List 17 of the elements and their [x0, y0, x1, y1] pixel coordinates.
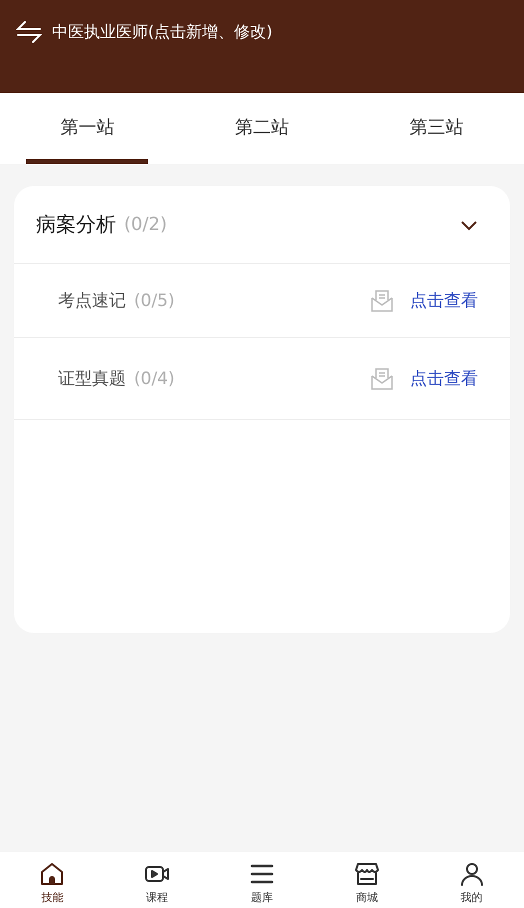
chevron-icon[interactable] [460, 218, 478, 230]
envelope-icon [370, 288, 394, 312]
topic-title: 证型真题 [58, 368, 126, 390]
view-link[interactable]: 点击查看 [410, 367, 478, 390]
envelope-icon [370, 366, 394, 390]
store-icon [354, 862, 380, 886]
topic-title: 考点速记 [58, 290, 126, 312]
section-title: 病案分析 [36, 211, 116, 238]
home-icon [39, 862, 66, 886]
menu-icon [248, 862, 275, 886]
user-icon [458, 862, 485, 886]
topic-count: (0/4) [134, 368, 175, 388]
exam-title[interactable]: 中医执业医师(点击新增、修改) [52, 20, 272, 44]
swap-icon[interactable] [16, 20, 42, 44]
view-link[interactable]: 点击查看 [410, 289, 478, 312]
section-count: (0/2) [124, 214, 168, 235]
topic-count: (0/5) [134, 290, 175, 310]
